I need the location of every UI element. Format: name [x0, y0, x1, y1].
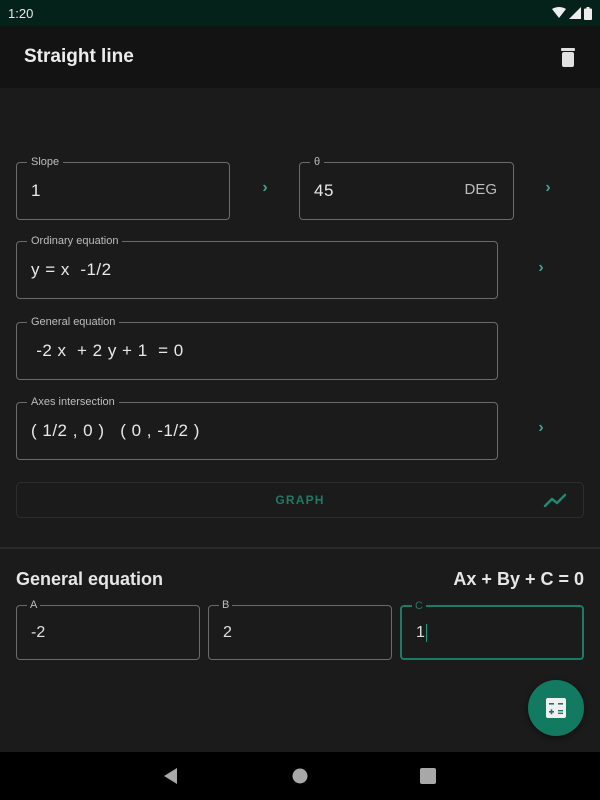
delete-button[interactable] — [558, 45, 578, 69]
axes-intersection-value: ( 1/2 , 0 ) ( 0 , -1/2 ) — [31, 421, 200, 440]
coefficient-a-label: A — [27, 598, 41, 612]
axes-intersection-field[interactable]: Axes intersection ( 1/2 , 0 ) ( 0 , -1/2… — [16, 395, 498, 460]
axes-expand-chevron-icon[interactable]: › — [533, 419, 549, 436]
status-icons — [552, 6, 592, 20]
graph-button[interactable]: GRAPH — [16, 482, 584, 518]
status-bar: 1:20 — [0, 0, 600, 26]
text-cursor — [425, 623, 428, 642]
slope-expand-chevron-icon[interactable]: › — [257, 179, 273, 196]
coefficient-c-value-wrap: 1 — [416, 623, 428, 642]
coefficient-c-label: C — [412, 599, 426, 613]
theta-field[interactable]: θ 45 DEG — [299, 155, 514, 220]
general-equation-label: General equation — [27, 315, 120, 329]
calculator-fab[interactable] — [528, 680, 584, 736]
page-title: Straight line — [24, 46, 134, 67]
graph-button-label: GRAPH — [275, 493, 325, 507]
battery-icon — [584, 6, 592, 20]
ordinary-equation-field[interactable]: Ordinary equation y = x -1/2 — [16, 234, 498, 299]
back-icon[interactable] — [164, 768, 178, 784]
calculator-icon — [546, 698, 566, 718]
navigation-bar — [0, 752, 600, 800]
general-equation-field[interactable]: General equation -2 x + 2 y + 1 = 0 — [16, 315, 498, 380]
status-time: 1:20 — [8, 5, 34, 21]
coefficient-c-field[interactable]: C 1 — [400, 599, 584, 660]
slope-label: Slope — [27, 155, 64, 169]
coefficient-b-value: 2 — [223, 623, 232, 641]
wifi-icon — [552, 7, 566, 18]
ordinary-equation-label: Ordinary equation — [27, 234, 123, 248]
theta-label: θ — [310, 155, 325, 169]
recents-icon[interactable] — [420, 768, 436, 784]
general-formula: Ax + By + C = 0 — [453, 569, 584, 589]
line-chart-icon — [543, 493, 567, 508]
coefficient-a-field[interactable]: A -2 — [16, 598, 200, 660]
theta-value: 45 — [314, 181, 334, 200]
general-equation-section-title: General equation — [16, 569, 164, 589]
coefficient-b-field[interactable]: B 2 — [208, 598, 392, 660]
coefficient-c-value: 1 — [416, 623, 425, 641]
ordinary-expand-chevron-icon[interactable]: › — [533, 259, 549, 276]
home-icon[interactable] — [292, 768, 308, 784]
angle-unit-toggle[interactable]: DEG — [464, 181, 497, 198]
theta-expand-chevron-icon[interactable]: › — [540, 179, 556, 196]
slope-field[interactable]: Slope 1 — [16, 155, 230, 220]
general-equation-value: -2 x + 2 y + 1 = 0 — [31, 341, 184, 360]
signal-icon — [569, 7, 581, 19]
coefficient-b-label: B — [219, 598, 233, 612]
section-divider — [0, 547, 600, 549]
ordinary-equation-value: y = x -1/2 — [31, 260, 112, 279]
app-bar: Straight line — [0, 26, 600, 88]
axes-intersection-label: Axes intersection — [27, 395, 119, 409]
trash-icon — [561, 48, 575, 67]
coefficient-a-value: -2 — [31, 623, 46, 641]
slope-value: 1 — [31, 181, 41, 200]
